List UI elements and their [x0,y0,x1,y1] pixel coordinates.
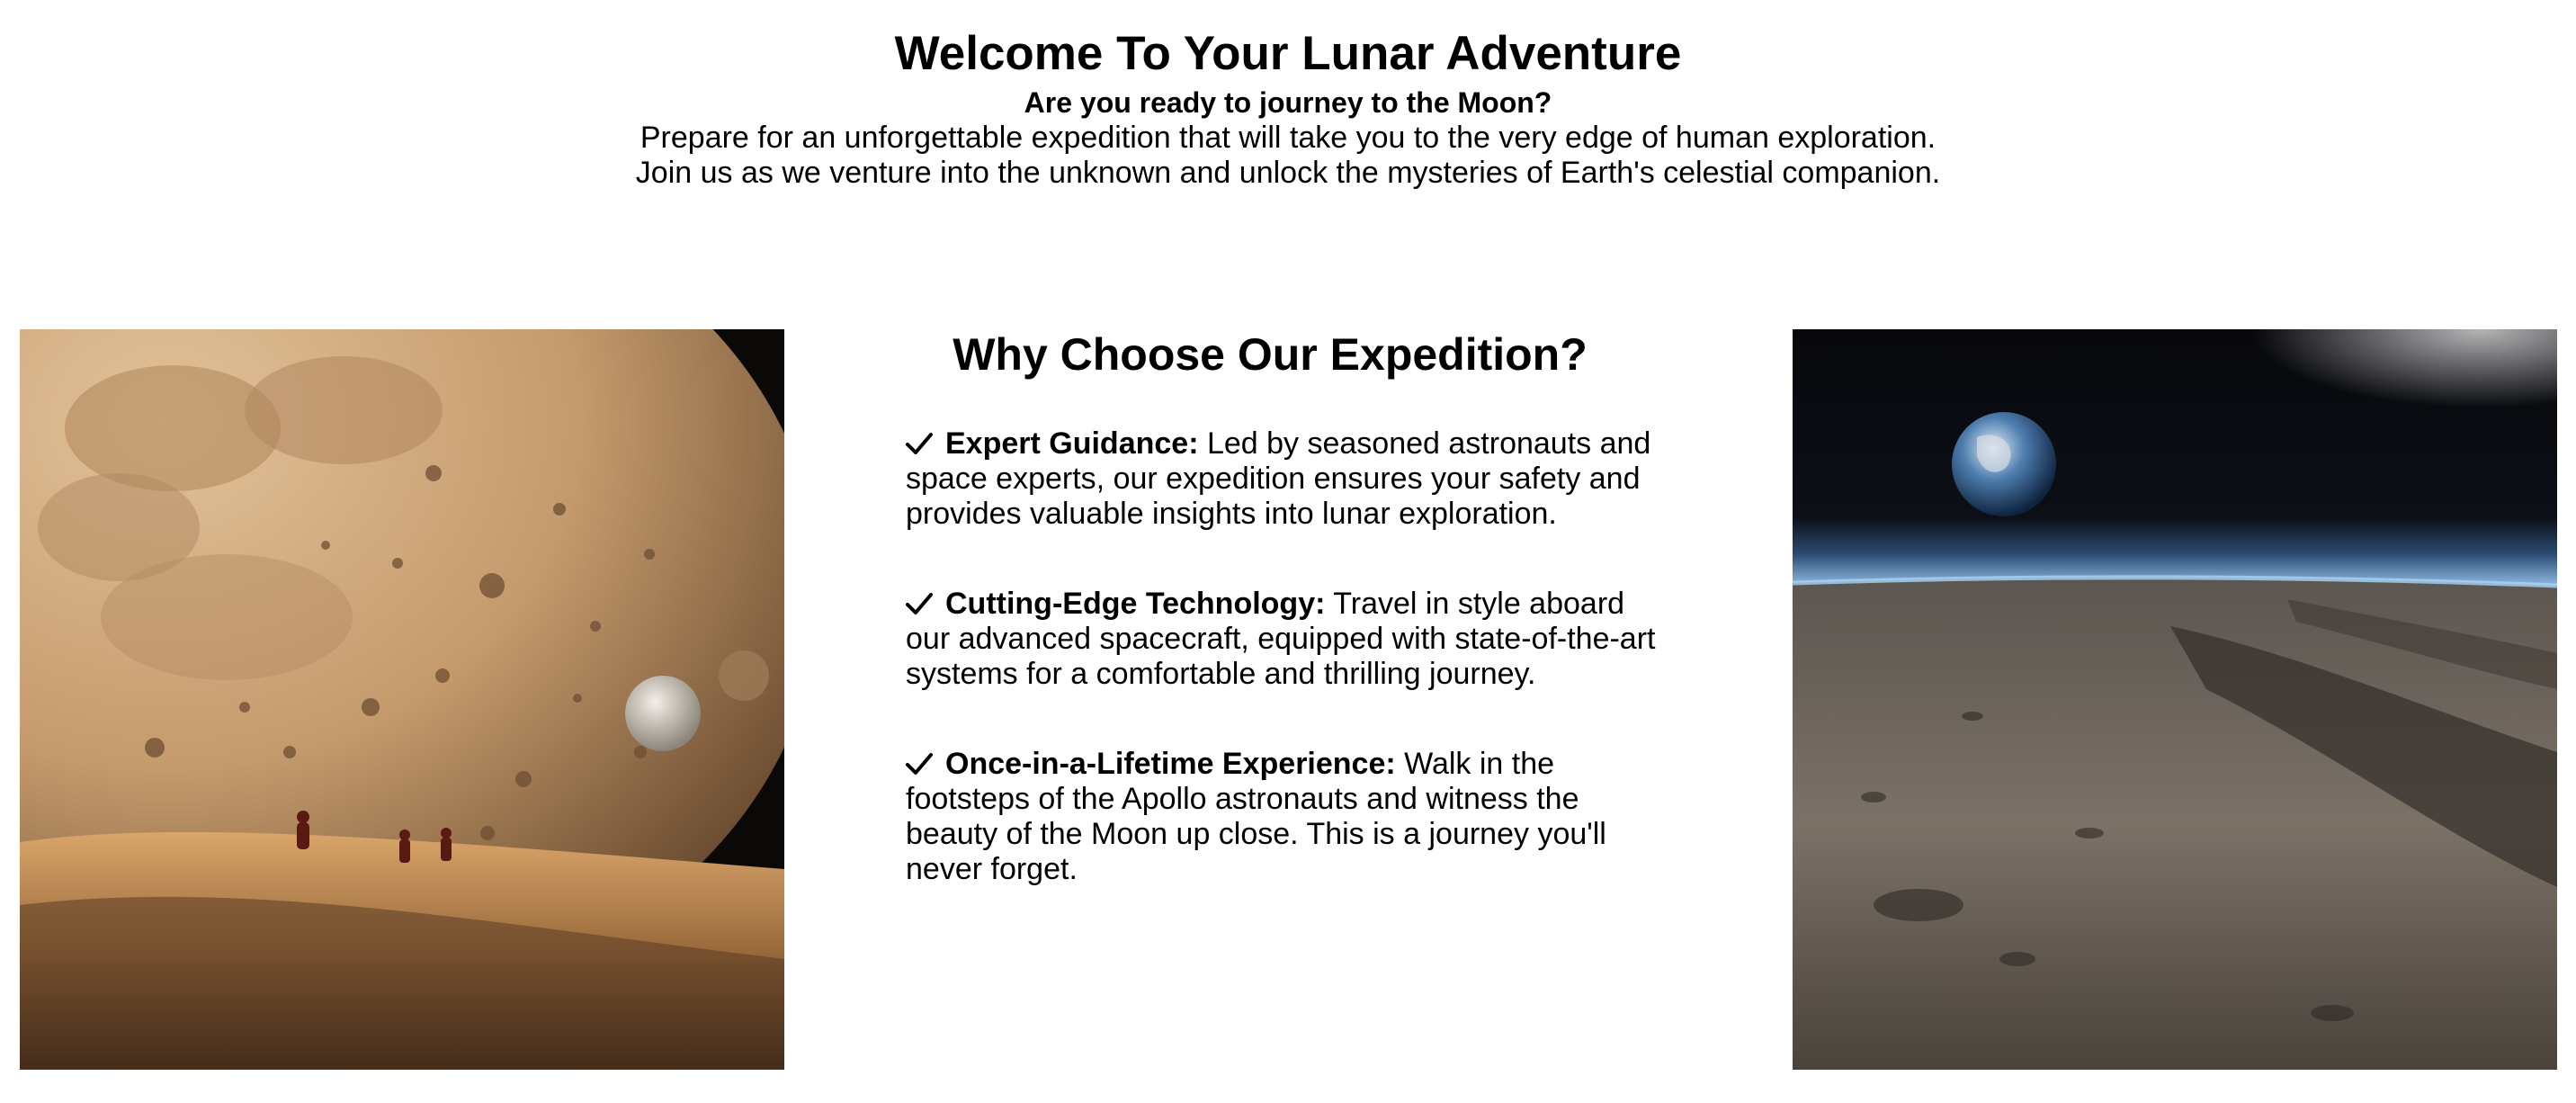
checkmark-icon [906,752,933,776]
feature-label: Once-in-a-Lifetime Experience: [945,747,1396,781]
features-section: Why Choose Our Expedition? Expert Guidan… [906,324,1675,942]
intro-line-2: Join us as we venture into the unknown a… [635,156,1941,190]
feature-item-once-in-a-lifetime: Once-in-a-Lifetime Experience: Walk in t… [906,747,1675,887]
feature-item-expert-guidance: Expert Guidance: Led by seasoned astrona… [906,426,1675,532]
page: Welcome To Your Lunar Adventure Are you … [0,0,2576,1103]
features-heading: Why Choose Our Expedition? [953,329,1588,380]
intro-line-1: Prepare for an unforgettable expedition … [640,121,1936,155]
checkmark-icon [906,432,933,455]
feature-label: Expert Guidance: [945,426,1199,461]
moon-surface-astronauts-image [20,329,784,1070]
checkmark-icon [906,592,933,615]
earth-over-lunar-horizon-image [1793,329,2557,1070]
hero-section: Welcome To Your Lunar Adventure Are you … [0,23,2576,191]
page-subtitle: Are you ready to journey to the Moon? [1024,86,1552,119]
feature-item-cutting-edge-technology: Cutting-Edge Technology: Travel in style… [906,587,1675,692]
page-title: Welcome To Your Lunar Adventure [894,27,1682,80]
feature-label: Cutting-Edge Technology: [945,587,1326,621]
